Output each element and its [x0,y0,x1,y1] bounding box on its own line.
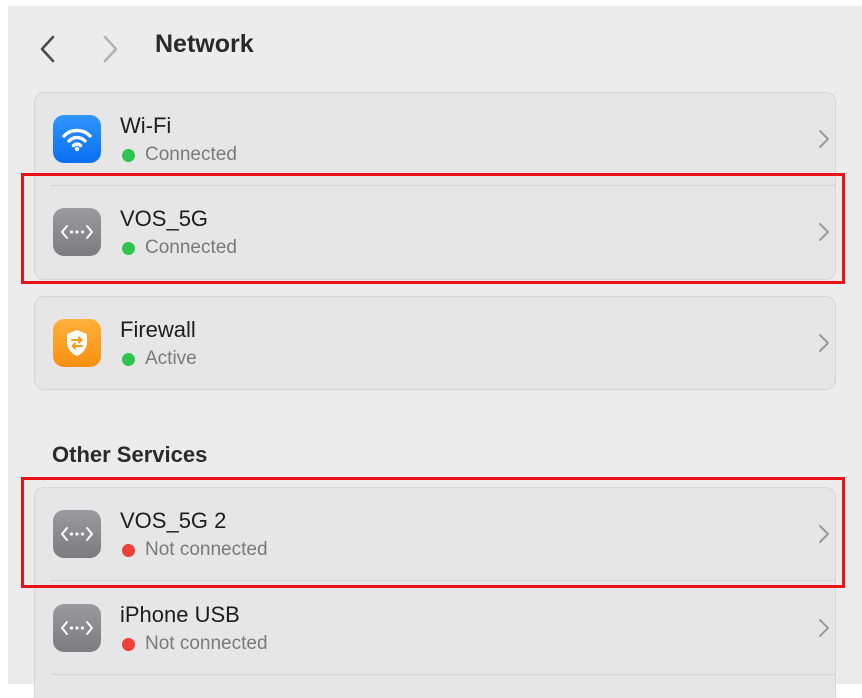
service-row-vos-5g-2[interactable]: VOS_5G 2 Not connected [35,488,835,580]
service-name: VOS_5G [120,206,209,231]
chevron-left-icon [40,35,55,63]
service-row-vos-5g[interactable]: VOS_5G Connected [35,186,835,278]
services-group: Wi-Fi Connected VOS_5G Connected [34,92,836,280]
status-text: Not connected [145,633,268,654]
vpn-icon [53,604,101,652]
status-text: Not connected [145,539,268,560]
service-name: iPhone USB [120,602,240,627]
other-services-group: VOS_5G 2 Not connected iPhone USB Not co… [34,487,836,698]
toolbar: Network [8,6,862,86]
back-button[interactable] [34,32,60,66]
status-dot-connected [122,241,135,255]
service-row-firewall[interactable]: Firewall Active [35,297,835,389]
chevron-right-icon [815,126,833,152]
page-title: Network [155,30,254,58]
chevron-right-icon [103,35,118,63]
service-status: Connected [122,144,237,166]
service-status: Connected [122,237,237,259]
row-divider [51,580,835,581]
status-text: Connected [145,237,237,258]
service-row-iphone-usb[interactable]: iPhone USB Not connected [35,582,835,674]
network-settings-panel: Network Wi-Fi Connected VOS_5G Connected… [8,6,862,698]
chevron-right-icon [815,521,833,547]
status-text: Connected [145,144,237,165]
chevron-right-icon [815,615,833,641]
vpn-icon [53,510,101,558]
chevron-right-icon [815,330,833,356]
row-divider [51,674,835,675]
service-status: Active [122,348,197,370]
service-name: Wi-Fi [120,113,172,138]
wifi-icon [53,115,101,163]
service-status: Not connected [122,539,268,561]
service-row-wifi[interactable]: Wi-Fi Connected [35,93,835,185]
firewall-group: Firewall Active [34,296,836,390]
status-text: Active [145,348,197,369]
status-dot-active [122,352,135,366]
vpn-icon [53,208,101,256]
service-name: VOS_5G 2 [120,508,227,533]
firewall-icon [53,319,101,367]
status-dot-connected [122,148,135,162]
service-name: Firewall [120,317,196,342]
status-dot-not-connected [122,637,135,651]
section-heading-other-services: Other Services [52,442,208,467]
chevron-right-icon [815,219,833,245]
forward-button[interactable] [98,32,124,66]
status-dot-not-connected [122,543,135,557]
service-status: Not connected [122,633,268,655]
